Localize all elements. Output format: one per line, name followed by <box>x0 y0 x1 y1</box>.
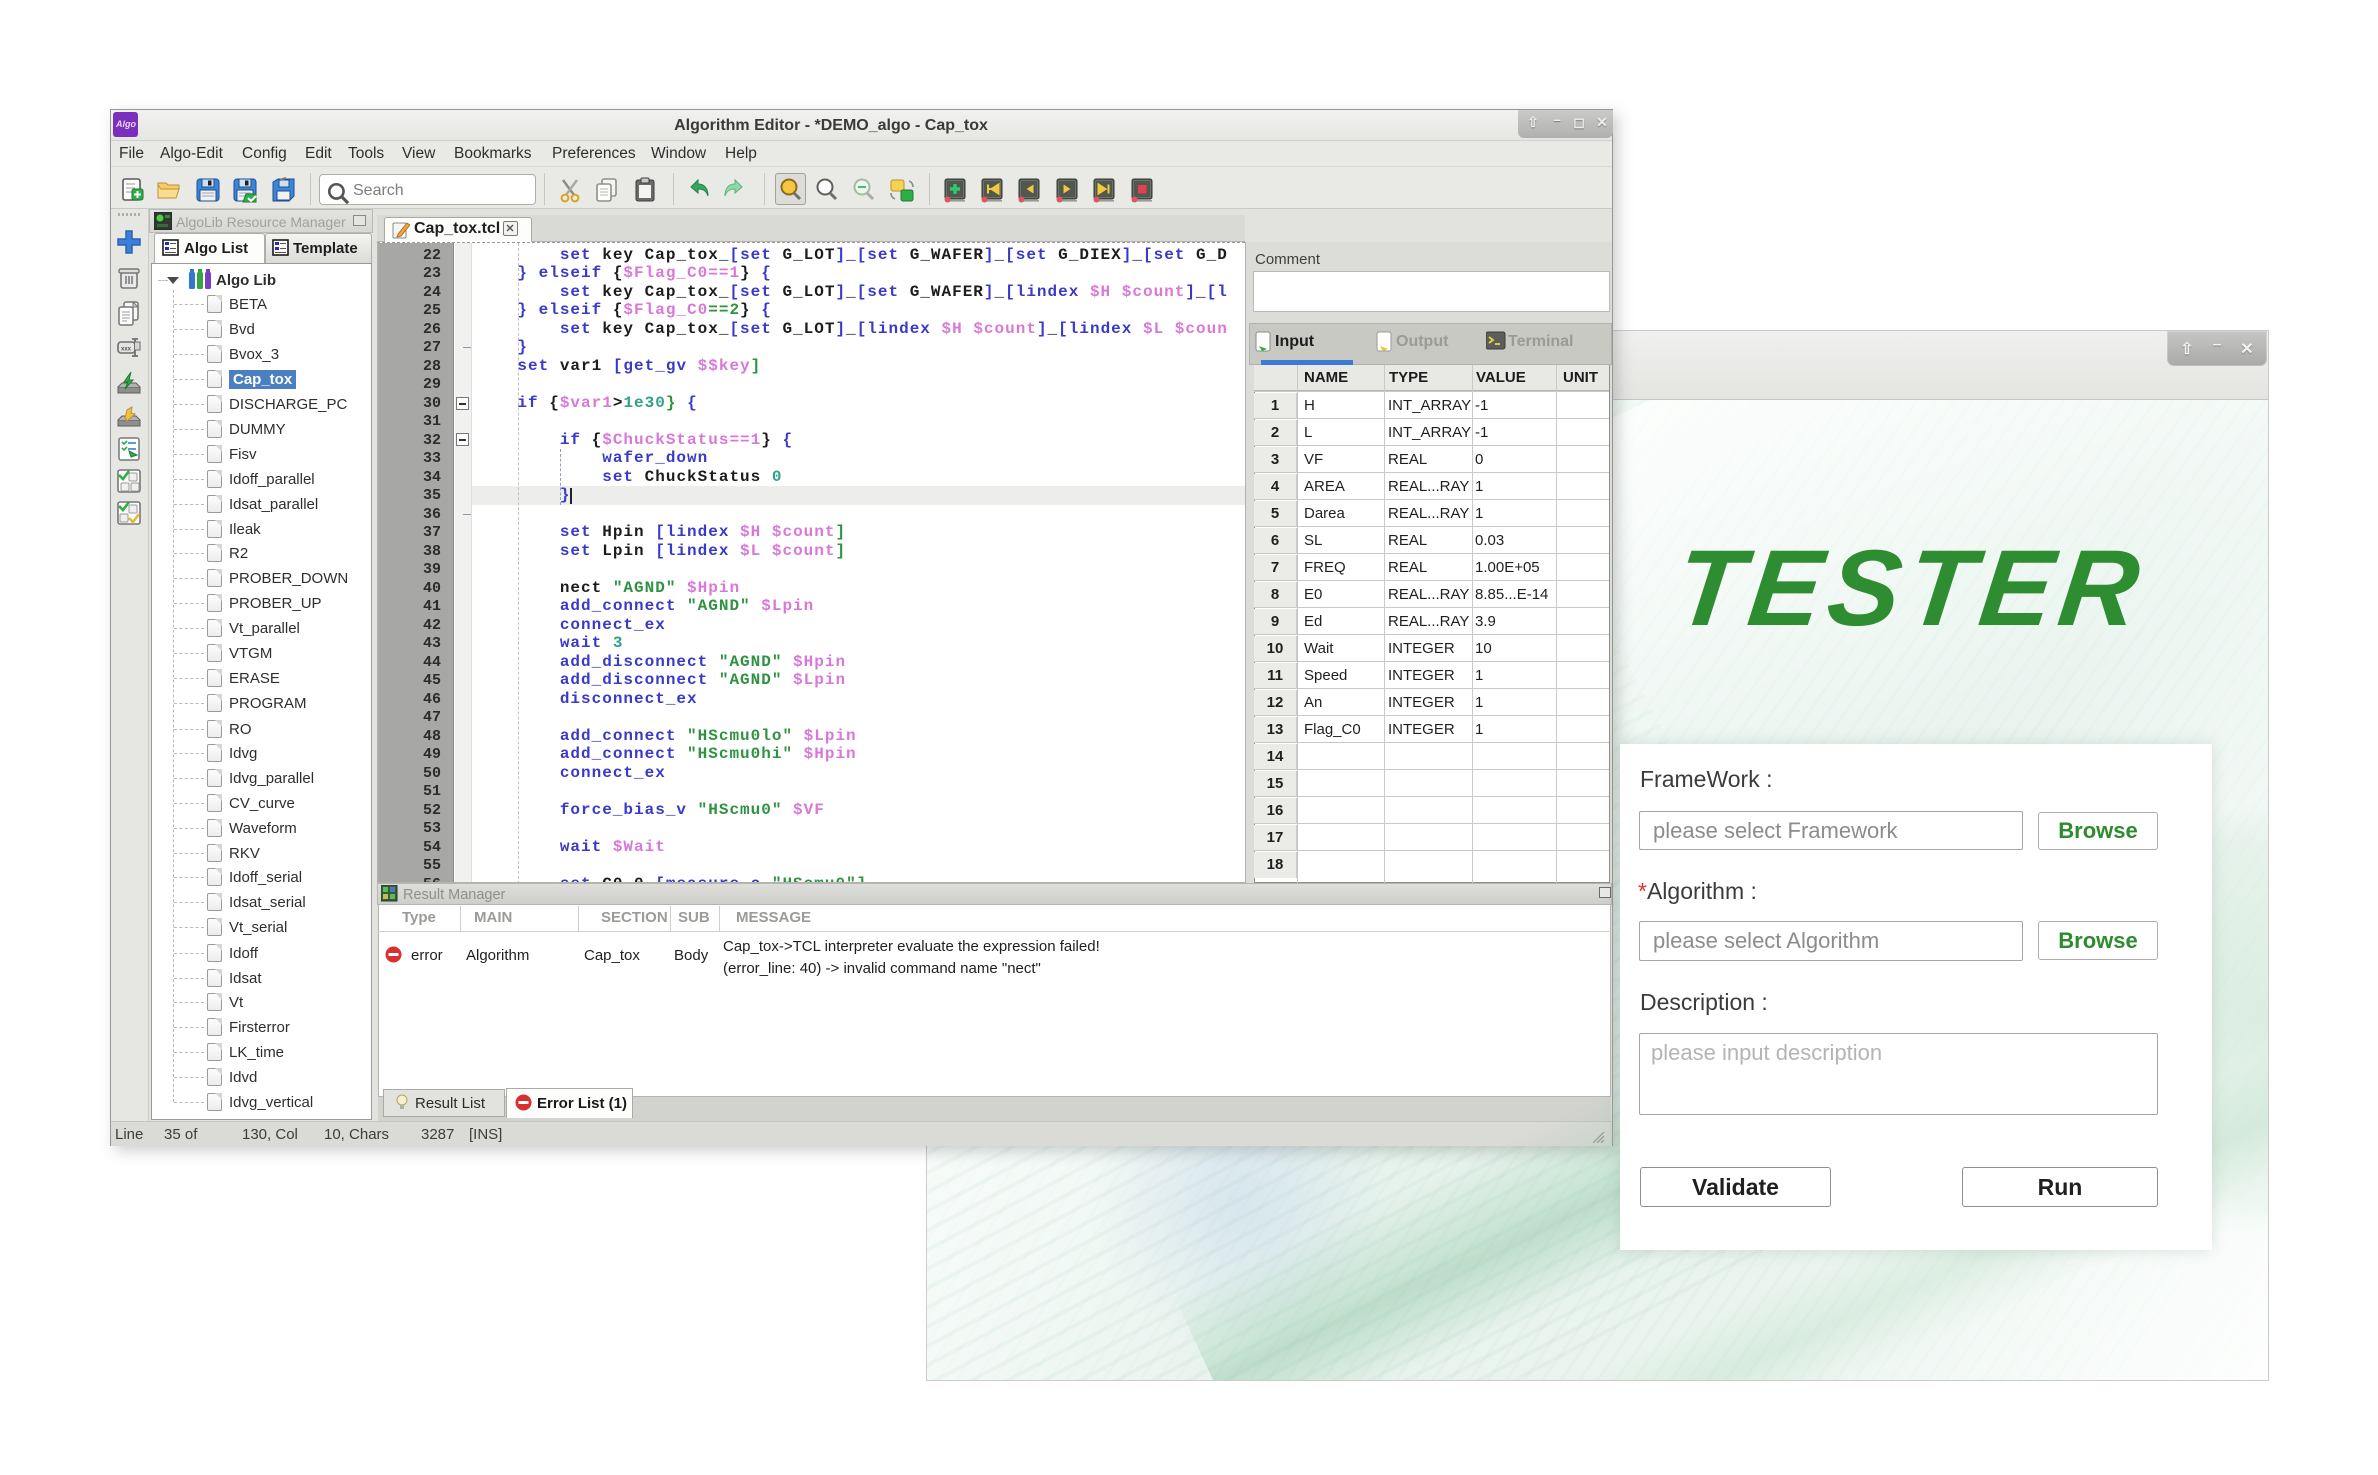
svg-text:xxx: xxx <box>121 347 132 353</box>
